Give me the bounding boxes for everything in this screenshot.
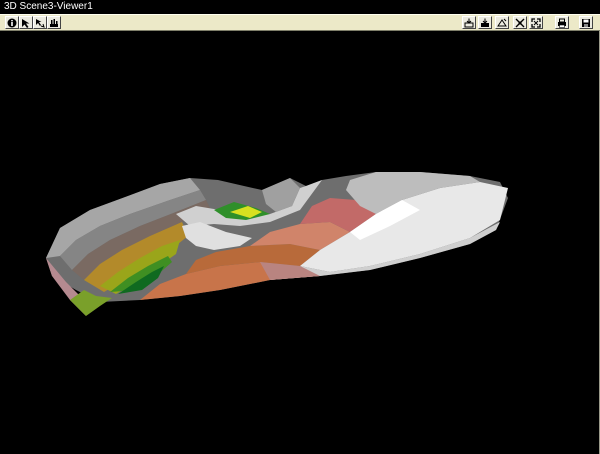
info-icon bbox=[7, 18, 17, 27]
fullscreen-button[interactable] bbox=[529, 16, 543, 29]
window-title: 3D Scene3-Viewer1 bbox=[0, 0, 600, 14]
view-top-icon bbox=[497, 18, 507, 26]
3d-viewport[interactable] bbox=[0, 31, 600, 454]
save-button[interactable] bbox=[579, 16, 593, 29]
save-icon bbox=[582, 18, 590, 27]
print-icon bbox=[558, 18, 566, 28]
info-button[interactable] bbox=[5, 16, 19, 29]
scene-tool-button[interactable] bbox=[47, 16, 61, 29]
viewer-toolbar bbox=[0, 14, 600, 31]
select-button[interactable] bbox=[19, 16, 33, 29]
terrain-surface-model bbox=[46, 172, 508, 316]
view-side-button[interactable] bbox=[478, 16, 492, 29]
select-arrow-icon bbox=[22, 18, 30, 28]
zoom-fit-icon bbox=[515, 18, 525, 27]
rotate-tool-button[interactable] bbox=[33, 16, 47, 29]
print-button[interactable] bbox=[555, 16, 569, 29]
view-front-button[interactable] bbox=[462, 16, 476, 29]
view-front-icon bbox=[464, 18, 474, 27]
fullscreen-icon bbox=[531, 17, 541, 28]
view-side-icon bbox=[481, 18, 489, 27]
view-top-button[interactable] bbox=[495, 16, 509, 29]
zoom-fit-button[interactable] bbox=[513, 16, 527, 29]
rotate-tool-icon bbox=[36, 18, 45, 28]
scene-tool-icon bbox=[50, 18, 58, 27]
viewer-window: 3D Scene3-Viewer1 bbox=[0, 0, 600, 454]
